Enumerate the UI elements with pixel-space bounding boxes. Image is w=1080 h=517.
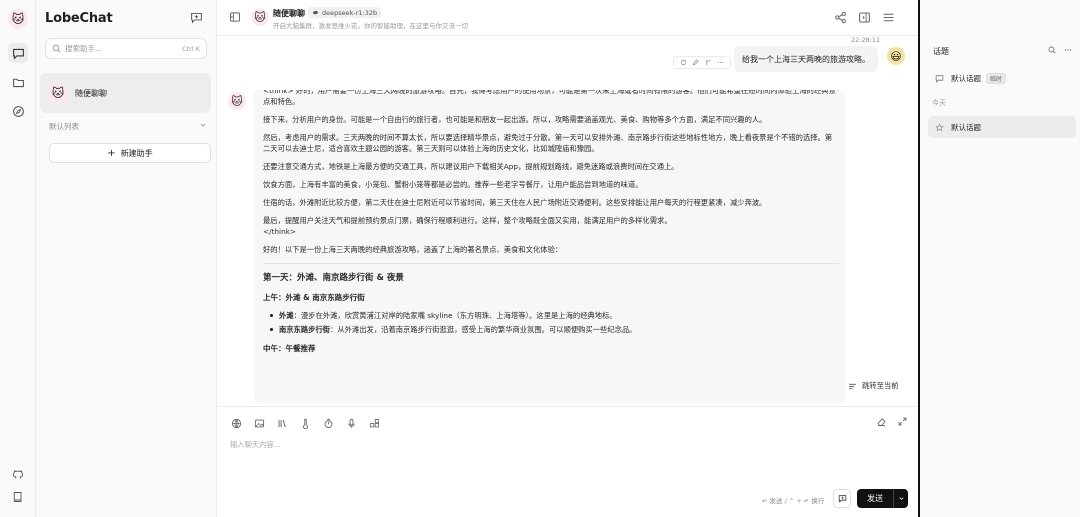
think-paragraph: 还要注意交通方式，地铁是上海最方便的交通工具，所以建议用户下载相关App，提前规…	[263, 162, 679, 171]
topic-label: 默认话题	[951, 73, 981, 83]
new-agent-button[interactable]: + 新建助手	[49, 143, 211, 163]
think-paragraph: 最后，提醒用户关注天气和提前预约景点门票，确保行程顺利进行。这样，整个攻略既全面…	[263, 216, 672, 225]
app-brand: LobeChat	[45, 11, 113, 26]
send-label: 发送	[867, 494, 883, 503]
agent-sidebar: LobeChat 搜索助手... Ctrl K 🐱 随便聊聊 默认列表 + 新建…	[36, 0, 217, 517]
nav-rail: 🐱	[0, 0, 36, 517]
chat-main: 🐱 随便聊聊 deepseek-r1:32b 开启大脑集群，激发思维火花。你的智…	[217, 0, 918, 517]
think-end-tag: </think>	[263, 227, 297, 236]
header-actions	[834, 11, 895, 24]
chat-nav-icon[interactable]	[8, 43, 28, 63]
chat-description: 开启大脑集群，激发思维火花。你的智能助理，在这里与你交流一切	[273, 22, 468, 30]
divider	[263, 263, 839, 264]
model-badge[interactable]: deepseek-r1:32b	[308, 7, 382, 18]
send-hint: ↵ 发送 / ⌃ + ↵ 换行	[762, 497, 825, 505]
discover-compass-icon[interactable]	[8, 101, 28, 121]
edit-icon[interactable]	[692, 59, 699, 66]
search-shortcut: Ctrl K	[182, 44, 200, 53]
chevron-down-icon[interactable]	[893, 489, 908, 508]
plus-icon: +	[107, 147, 116, 159]
search-placeholder: 搜索助手...	[65, 44, 103, 53]
user-avatar[interactable]: 🐱	[8, 9, 28, 29]
model-name: deepseek-r1:32b	[322, 8, 378, 17]
sidebar-item-random-chat[interactable]: 🐱 随便聊聊	[40, 73, 211, 113]
topics-title: 话题	[933, 47, 949, 56]
model-icon	[312, 9, 319, 16]
topic-item-today[interactable]: 默认话题	[928, 116, 1076, 138]
topic-item-default[interactable]: 默认话题 临时	[928, 67, 1076, 89]
list-item: 外滩：漫步在外滩，欣赏黄浦江对岸的陆家嘴 skyline（东方明珠、上海塔等）。…	[263, 310, 839, 321]
think-paragraph: 然后，考虑用户的需求。三天两晚的时间不算太长，所以要选择精华景点，避免过于分散。…	[263, 133, 833, 153]
temperature-icon[interactable]	[298, 416, 312, 430]
think-paragraph: 饮食方面，上海有丰富的美食，小笼包、蟹粉小笼等都是必尝的。推荐一些老字号餐厅，让…	[263, 180, 643, 189]
chat-composer: 输入聊天内容... ↵ 发送 / ⌃ + ↵ 换行 发送	[217, 406, 918, 517]
think-paragraph: 住宿的话，外滩附近比较方便，第二天住在迪士尼附近可以节省时间，第三天住在人民广场…	[263, 198, 767, 207]
agent-avatar: 🐱	[48, 83, 68, 103]
answer-intro: 好的！以下是一份上海三天两晚的经典旅游攻略，涵盖了上海的著名景点、美食和文化体验…	[263, 245, 563, 254]
more-icon[interactable]	[717, 59, 724, 66]
eraser-icon[interactable]	[876, 416, 887, 427]
more-icon[interactable]	[1064, 46, 1072, 54]
share-icon[interactable]	[834, 11, 847, 24]
sidebar-item-label: 随便聊聊	[75, 88, 107, 98]
assistant-avatar: 🐱	[228, 92, 246, 110]
microphone-icon[interactable]	[344, 416, 358, 430]
image-upload-icon[interactable]	[252, 416, 266, 430]
chevron-down-icon	[199, 121, 207, 132]
send-button[interactable]: 发送	[857, 489, 908, 508]
app-root: 🐱 LobeChat 搜索助手... Ctrl K �	[0, 0, 1080, 517]
morning-list: 外滩：漫步在外滩，欣赏黄浦江对岸的陆家嘴 skyline（东方明珠、上海塔等）。…	[263, 310, 839, 335]
new-chat-icon[interactable]	[190, 11, 203, 24]
chat-title: 随便聊聊	[273, 9, 305, 18]
menu-icon[interactable]	[882, 11, 895, 24]
user-avatar: 😃	[887, 47, 905, 65]
branch-icon[interactable]	[705, 59, 712, 66]
group-label: 默认列表	[49, 122, 79, 131]
topics-panel: 话题 默认话题 临时 今天 默认话题	[835, 0, 1080, 517]
agent-search-input[interactable]: 搜索助手... Ctrl K	[45, 38, 207, 59]
think-paragraph: <think> 好的，用户需要一份上海三天两晚的旅游攻略。首先，我得考虑用户的使…	[263, 90, 836, 106]
chat-input[interactable]: 输入聊天内容...	[230, 440, 281, 450]
default-list-header[interactable]: 默认列表	[49, 121, 207, 132]
message-timestamp: 22:28:11	[851, 36, 881, 44]
temp-badge: 临时	[986, 72, 1007, 84]
panel-toggle-icon[interactable]	[858, 11, 871, 24]
jump-to-current-button[interactable]: 跳转至当前	[848, 381, 898, 391]
library-icon[interactable]	[275, 416, 289, 430]
chat-header: 🐱 随便聊聊 deepseek-r1:32b 开启大脑集群，激发思维火花。你的智…	[217, 0, 918, 36]
list-item: 南京东路步行街：从外滩出发，沿着南京路步行街逛逛，感受上海的繁华商业氛围。可以顺…	[263, 324, 839, 335]
assistant-message: <think> 好的，用户需要一份上海三天两晚的旅游攻略。首先，我得考虑用户的使…	[254, 90, 846, 403]
search-icon	[52, 44, 61, 53]
agent-avatar[interactable]: 🐱	[251, 8, 269, 26]
noon-heading: 中午：午餐推荐	[263, 344, 316, 353]
jump-icon	[849, 383, 856, 389]
assistant-message-content: <think> 好的，用户需要一份上海三天两晚的旅游攻略。首先，我得考虑用户的使…	[263, 90, 839, 361]
regenerate-icon[interactable]	[680, 59, 687, 66]
jump-label: 跳转至当前	[862, 381, 899, 390]
star-icon[interactable]	[935, 122, 944, 132]
topic-label: 默认话题	[951, 122, 981, 132]
composer-right-tools	[876, 416, 908, 427]
message-actions	[673, 56, 731, 69]
morning-heading: 上午：外滩 & 南京东路步行街	[263, 293, 365, 302]
plugins-icon[interactable]	[367, 416, 381, 430]
topics-actions	[1048, 46, 1072, 54]
github-icon[interactable]	[8, 464, 28, 484]
timer-icon[interactable]	[321, 416, 335, 430]
docs-book-icon[interactable]	[8, 487, 28, 507]
files-nav-icon[interactable]	[8, 72, 28, 92]
today-label: 今天	[932, 99, 946, 107]
composer-toolbar	[229, 416, 381, 430]
sidebar-toggle-icon[interactable]	[229, 11, 241, 23]
think-paragraph: 接下来，分析用户的身份。可能是一个自由行的旅行者，也可能是和朋友一起出游。所以，…	[263, 115, 767, 124]
send-options-icon[interactable]	[833, 489, 851, 508]
day1-heading: 第一天：外滩、南京路步行街 & 夜景	[263, 273, 404, 283]
new-agent-label: 新建助手	[120, 148, 153, 158]
expand-icon[interactable]	[897, 416, 908, 427]
user-message: 给我一个上海三天两晚的旅游攻略。	[734, 46, 878, 72]
globe-icon[interactable]	[229, 416, 243, 430]
chat-bubble-icon	[935, 74, 944, 83]
search-icon[interactable]	[1048, 46, 1056, 54]
